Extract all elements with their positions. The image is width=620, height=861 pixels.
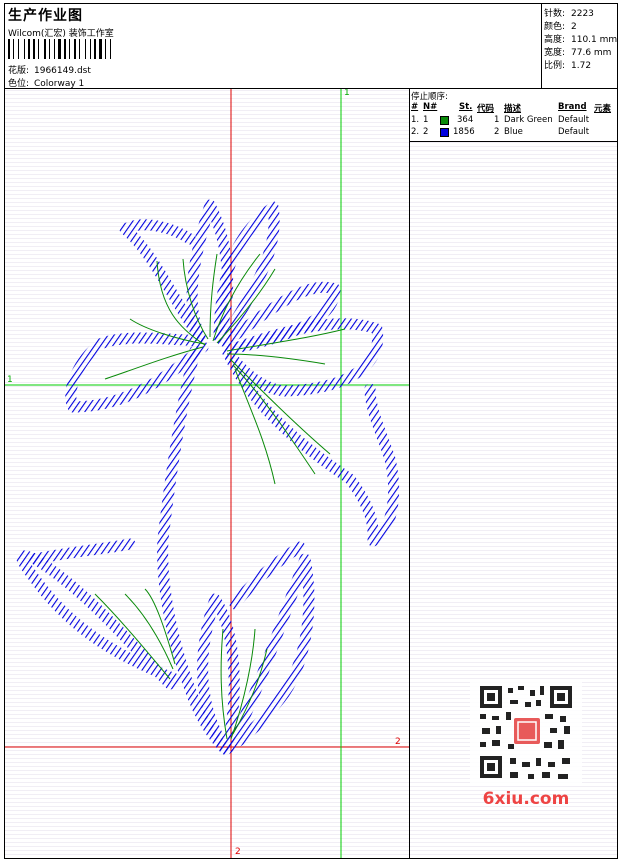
stop-sequence-title: 停止顺序:	[411, 92, 448, 102]
company-name: Wilcom(汇宏) 装饰工作室	[8, 29, 114, 39]
guide-label-left: 1	[7, 375, 13, 385]
qr-code-icon: 6xiu.com	[470, 682, 582, 809]
stem	[157, 345, 231, 755]
row-brand: Default	[558, 127, 590, 137]
header: 生产作业图 Wilcom(汇宏) 装饰工作室 花版: 1966149.dst 色位…	[4, 3, 541, 89]
leaf-vein	[229, 358, 331, 455]
stat-stitches: 针数: 2223	[544, 6, 594, 19]
row-brand: Default	[558, 115, 590, 125]
embroidery-design	[5, 89, 409, 858]
left-leaf-edge	[29, 538, 136, 565]
blue-outline-stitches	[16, 199, 400, 755]
guide-label-bottom: 2	[235, 847, 241, 857]
stat-label: 高度:	[544, 35, 566, 45]
row-code: 2	[494, 127, 500, 137]
design-label: 花版:	[8, 66, 30, 76]
guide-label-right: 2	[395, 737, 401, 747]
right-leaf	[224, 553, 315, 753]
table-row[interactable]: 1. 1 364 1 Dark Green Default	[410, 115, 617, 127]
stat-width: 宽度: 77.6 mm	[544, 45, 611, 58]
page-title: 生产作业图	[8, 8, 83, 24]
row-stitches: 1856	[453, 127, 475, 137]
column-header: 元素	[594, 104, 612, 114]
stat-label: 宽度:	[544, 48, 566, 58]
row-code: 1	[494, 115, 500, 125]
stop-sequence-table: 停止顺序: # N# St. 代码 描述 Brand 元素 1. 1 364 1…	[410, 89, 617, 142]
column-header: 描述	[504, 104, 522, 114]
column-header: N#	[423, 102, 438, 112]
leaf-vein	[94, 593, 171, 680]
row-number: 2	[423, 127, 429, 137]
stat-value: 2	[571, 22, 577, 32]
guide-label-top: 1	[344, 89, 350, 98]
stat-label: 比例:	[544, 61, 566, 71]
left-leaf	[16, 550, 181, 690]
stat-scale: 比例: 1.72	[544, 58, 591, 71]
stat-value: 1.72	[571, 61, 592, 71]
barcode-icon	[8, 39, 111, 59]
stat-value: 77.6 mm	[571, 48, 612, 58]
stat-label: 针数:	[544, 9, 566, 19]
design-value: 1966149.dst	[34, 66, 91, 76]
row-index: 1.	[411, 115, 420, 125]
stat-height: 高度: 110.1 mm	[544, 32, 617, 45]
row-index: 2.	[411, 127, 420, 137]
row-number: 1	[423, 115, 429, 125]
column-header: 代码	[477, 104, 495, 114]
column-header: St.	[459, 102, 473, 112]
stat-colors: 颜色: 2	[544, 19, 577, 32]
row-description: Dark Green	[504, 115, 553, 125]
watermark: 6xiu.com	[470, 682, 582, 812]
stat-label: 颜色:	[544, 22, 566, 32]
row-description: Blue	[504, 127, 523, 137]
design-canvas[interactable]: 1 1 2 2	[5, 89, 409, 858]
stat-value: 2223	[571, 9, 594, 19]
table-row[interactable]: 2. 2 1856 2 Blue Default	[410, 127, 617, 139]
column-header: #	[411, 102, 419, 112]
watermark-site: 6xiu.com	[483, 789, 570, 809]
color-swatch-icon	[440, 128, 449, 140]
design-row: 花版: 1966149.dst	[8, 63, 91, 76]
design-stats: 针数: 2223 颜色: 2 高度: 110.1 mm 宽度: 77.6 mm 比例: 1…	[541, 3, 618, 88]
stat-value: 110.1 mm	[571, 35, 618, 45]
row-stitches: 364	[457, 115, 474, 125]
column-header: Brand	[558, 102, 587, 112]
